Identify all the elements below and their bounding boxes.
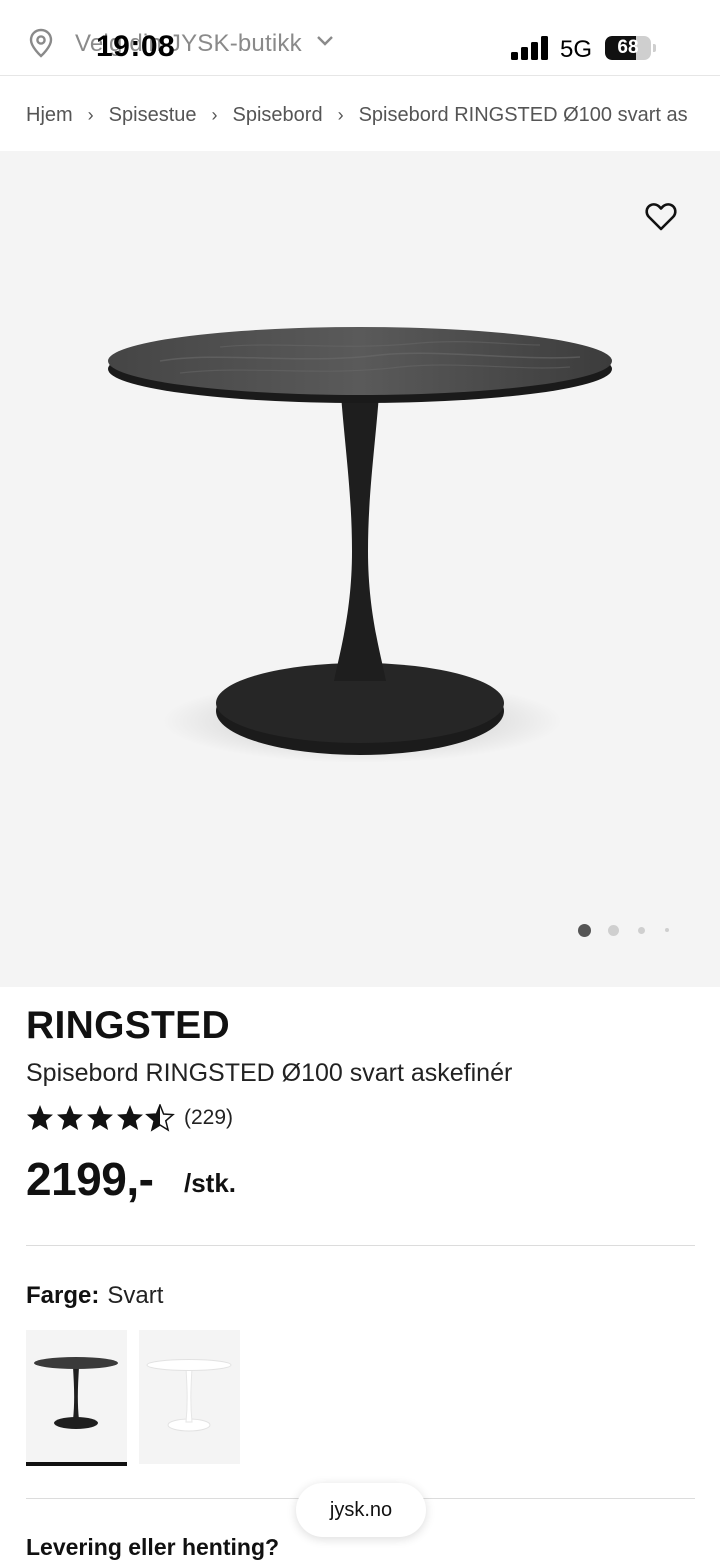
- breadcrumb-item-current: Spisebord RINGSTED Ø100 svart as: [358, 103, 688, 126]
- breadcrumb: Hjem › Spisestue › Spisebord › Spisebord…: [26, 100, 720, 130]
- product-rating[interactable]: (229): [26, 1101, 233, 1135]
- selected-color: Svart: [107, 1282, 164, 1309]
- gallery-dot[interactable]: [608, 925, 619, 936]
- breadcrumb-item-home[interactable]: Hjem: [26, 104, 73, 127]
- browser-url-bar[interactable]: jysk.no: [296, 1483, 426, 1537]
- signal-strength-icon: [511, 36, 548, 60]
- gallery-dot[interactable]: [578, 924, 591, 937]
- chevron-down-icon[interactable]: [316, 34, 334, 48]
- product-image-gallery[interactable]: [0, 151, 720, 987]
- product-description: Spisebord RINGSTED Ø100 svart askefinér: [26, 1059, 513, 1087]
- color-swatch-white[interactable]: [139, 1330, 240, 1464]
- divider: [26, 1245, 695, 1246]
- white-table-thumbnail: [146, 1359, 232, 1432]
- gallery-dot[interactable]: [665, 928, 669, 932]
- chevron-right-icon: ›: [337, 104, 344, 125]
- gallery-pagination: [576, 922, 676, 938]
- breadcrumb-item-dining-room[interactable]: Spisestue: [109, 104, 197, 127]
- black-table-thumbnail: [34, 1357, 118, 1429]
- review-count[interactable]: (229): [184, 1106, 233, 1130]
- delivery-heading: Levering eller henting?: [26, 1534, 280, 1560]
- product-price: 2199,-: [26, 1153, 154, 1205]
- chevron-right-icon: ›: [211, 104, 218, 125]
- price-unit: /stk.: [184, 1168, 237, 1198]
- product-title: RINGSTED: [26, 1004, 230, 1047]
- selected-indicator: [26, 1462, 127, 1466]
- heart-icon[interactable]: [644, 201, 678, 233]
- top-bar: Velg din JYSK-butikk 19:08 5G 68: [0, 0, 720, 76]
- star-rating-icon: [27, 1104, 174, 1131]
- network-type: 5G: [560, 36, 593, 63]
- color-selector-label: Farge: Svart: [26, 1282, 163, 1310]
- color-label: Farge:: [26, 1282, 100, 1309]
- gallery-dot[interactable]: [638, 927, 645, 934]
- breadcrumb-item-dining-tables[interactable]: Spisebord: [233, 104, 323, 127]
- product-image: [108, 327, 612, 763]
- battery-icon: 68: [605, 36, 656, 60]
- color-swatch-black[interactable]: [26, 1330, 127, 1466]
- status-time: 19:08: [96, 30, 176, 63]
- battery-level: 68: [617, 37, 639, 58]
- location-pin-icon[interactable]: [28, 28, 54, 58]
- chevron-right-icon: ›: [87, 104, 94, 125]
